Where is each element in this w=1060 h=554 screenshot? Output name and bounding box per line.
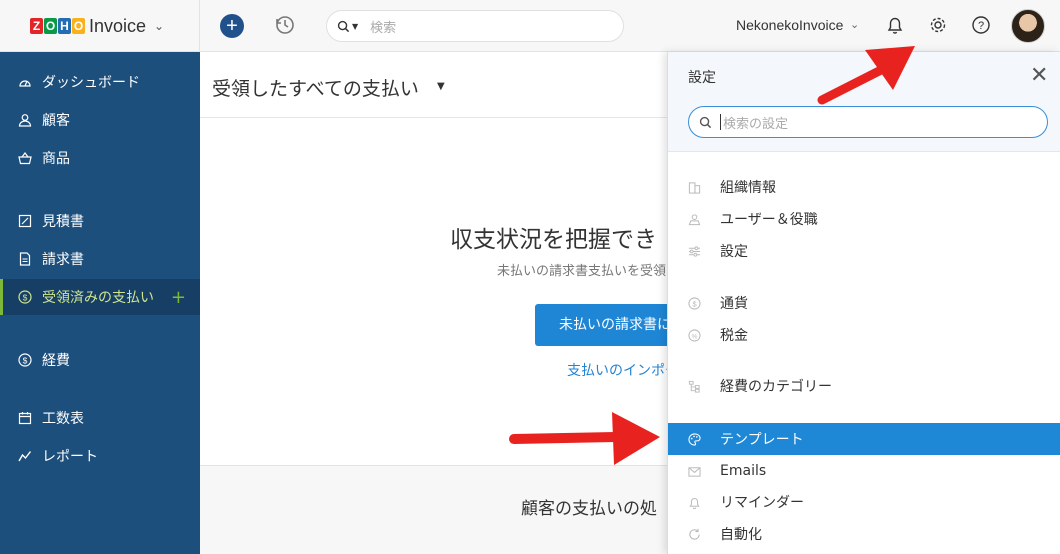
sidebar-item-customers[interactable]: 顧客 <box>0 102 200 138</box>
svg-text:?: ? <box>978 20 984 32</box>
calendar-icon <box>18 411 32 425</box>
page-title[interactable]: 受領したすべての支払い <box>212 74 419 101</box>
help-icon[interactable]: ? <box>970 14 992 36</box>
history-icon[interactable] <box>274 14 296 36</box>
estimate-icon <box>18 214 32 228</box>
settings-item-label: 自動化 <box>720 527 762 543</box>
sidebar-item-label: 受領済みの支払い <box>42 290 154 306</box>
text-cursor <box>720 114 721 130</box>
settings-item-currencies[interactable]: $ 通貨 <box>668 287 1060 319</box>
users-icon <box>688 213 701 226</box>
sidebar-item-label: 工数表 <box>42 411 84 427</box>
search-filter-caret-icon[interactable]: ▼ <box>352 22 358 31</box>
svg-text:$: $ <box>692 299 696 308</box>
settings-item-label: リマインダー <box>720 495 804 511</box>
sidebar-item-label: レポート <box>42 449 98 465</box>
sidebar-item-expenses[interactable]: $ 経費 <box>0 342 200 378</box>
settings-item-label: 経費のカテゴリー <box>720 379 832 395</box>
empty-state-title: 収支状況を把握でき <box>450 227 657 253</box>
svg-text:$: $ <box>23 292 28 302</box>
bell-icon[interactable] <box>884 14 906 36</box>
organization-switcher[interactable]: NekonekoInvoice <box>736 17 843 33</box>
search-icon <box>337 20 350 32</box>
settings-search-input[interactable]: 検索の設定 <box>723 113 788 132</box>
settings-item-label: 税金 <box>720 328 748 344</box>
sidebar-item-label: 見積書 <box>42 214 84 230</box>
percent-icon: % <box>688 328 701 342</box>
sidebar-item-payments-received[interactable]: $ 受領済みの支払い + <box>0 279 200 315</box>
close-icon[interactable]: ✕ <box>1030 62 1048 88</box>
sidebar-item-label: 請求書 <box>42 252 84 268</box>
settings-item-automation[interactable]: 自動化 <box>668 518 1060 550</box>
settings-item-taxes[interactable]: % 税金 <box>668 319 1060 351</box>
caret-down-icon[interactable]: ▼ <box>437 81 445 92</box>
sidebar-item-label: 顧客 <box>42 113 70 129</box>
top-bar: Z O H O Invoice ⌄ + ▼ 検索 NekonekoInvoice… <box>0 0 1060 52</box>
basket-icon <box>18 151 32 165</box>
sidebar: ダッシュボード 顧客 商品 見積書 請求書 $ 受領済みの支払い + $ 経費 … <box>0 52 200 554</box>
empty-state-subtitle: 未払いの請求書支払いを受領 <box>497 264 667 279</box>
settings-item-templates[interactable]: テンプレート <box>668 423 1060 455</box>
invoice-icon <box>18 252 32 266</box>
page-header: 受領したすべての支払い ▼ <box>200 52 670 118</box>
dollar-circle-icon: $ <box>18 353 32 367</box>
settings-item-preferences[interactable]: 設定 <box>668 235 1060 267</box>
bell-icon <box>688 496 701 509</box>
dashboard-icon <box>18 75 32 89</box>
sliders-icon <box>688 245 701 258</box>
mail-icon <box>688 465 701 478</box>
settings-item-label: 組織情報 <box>720 180 776 196</box>
settings-item-organization[interactable]: 組織情報 <box>668 171 1060 203</box>
import-payments-link[interactable]: 支払いのインポー <box>567 360 679 380</box>
settings-item-label: 通貨 <box>720 296 748 312</box>
search-input[interactable]: 検索 <box>370 17 396 36</box>
sidebar-item-invoices[interactable]: 請求書 <box>0 241 200 277</box>
gear-icon[interactable] <box>927 14 949 36</box>
info-section: 顧客の支払いの処 <box>200 465 670 554</box>
svg-text:%: % <box>692 333 698 340</box>
category-tree-icon <box>688 380 701 393</box>
settings-item-label: Emails <box>720 463 767 479</box>
chevron-down-icon[interactable]: ⌄ <box>850 18 859 31</box>
settings-item-expense-categories[interactable]: 経費のカテゴリー <box>668 370 1060 402</box>
svg-text:$: $ <box>23 355 28 365</box>
record-payment-button[interactable]: 未払いの請求書に <box>535 304 675 346</box>
app-name: Invoice <box>89 15 147 36</box>
user-icon <box>18 113 32 127</box>
sidebar-item-label: 商品 <box>42 151 70 167</box>
app-switcher[interactable]: Z O H O Invoice ⌄ <box>0 0 200 52</box>
refresh-icon <box>688 528 701 541</box>
sidebar-item-estimates[interactable]: 見積書 <box>0 203 200 239</box>
currency-icon: $ <box>688 296 701 310</box>
add-payment-button[interactable]: + <box>171 287 186 308</box>
annotation-arrow-templates <box>509 412 660 465</box>
settings-item-label: ユーザー＆役職 <box>720 212 818 228</box>
section-title: 顧客の支払いの処 <box>521 499 657 519</box>
global-search[interactable]: ▼ 検索 <box>326 10 624 42</box>
chart-line-icon <box>18 449 32 463</box>
settings-item-label: 設定 <box>720 244 748 260</box>
settings-search[interactable]: 検索の設定 <box>688 106 1048 138</box>
building-icon <box>688 181 701 194</box>
quick-create-button[interactable]: + <box>220 14 244 38</box>
settings-item-label: テンプレート <box>720 432 804 448</box>
avatar[interactable] <box>1011 9 1045 43</box>
sidebar-item-label: ダッシュボード <box>42 75 140 91</box>
palette-icon <box>688 432 701 446</box>
sidebar-item-items[interactable]: 商品 <box>0 140 200 176</box>
settings-item-users-roles[interactable]: ユーザー＆役職 <box>668 203 1060 235</box>
settings-item-emails[interactable]: Emails <box>668 455 1060 487</box>
settings-panel-header: 設定 ✕ 検索の設定 <box>668 52 1060 152</box>
sidebar-item-reports[interactable]: レポート <box>0 438 200 474</box>
search-icon <box>699 116 712 128</box>
chevron-down-icon: ⌄ <box>154 19 165 33</box>
sidebar-item-timesheet[interactable]: 工数表 <box>0 400 200 436</box>
settings-panel-title: 設定 <box>688 70 716 86</box>
sidebar-item-label: 経費 <box>42 353 70 369</box>
settings-panel: 設定 ✕ 検索の設定 組織情報 ユーザー＆役職 設定 $ 通貨 % 税金 経費の… <box>667 52 1060 554</box>
zoho-logo: Z O H O <box>30 18 85 34</box>
settings-item-reminders[interactable]: リマインダー <box>668 486 1060 518</box>
dollar-circle-icon: $ <box>18 290 32 304</box>
sidebar-item-dashboard[interactable]: ダッシュボード <box>0 64 200 100</box>
